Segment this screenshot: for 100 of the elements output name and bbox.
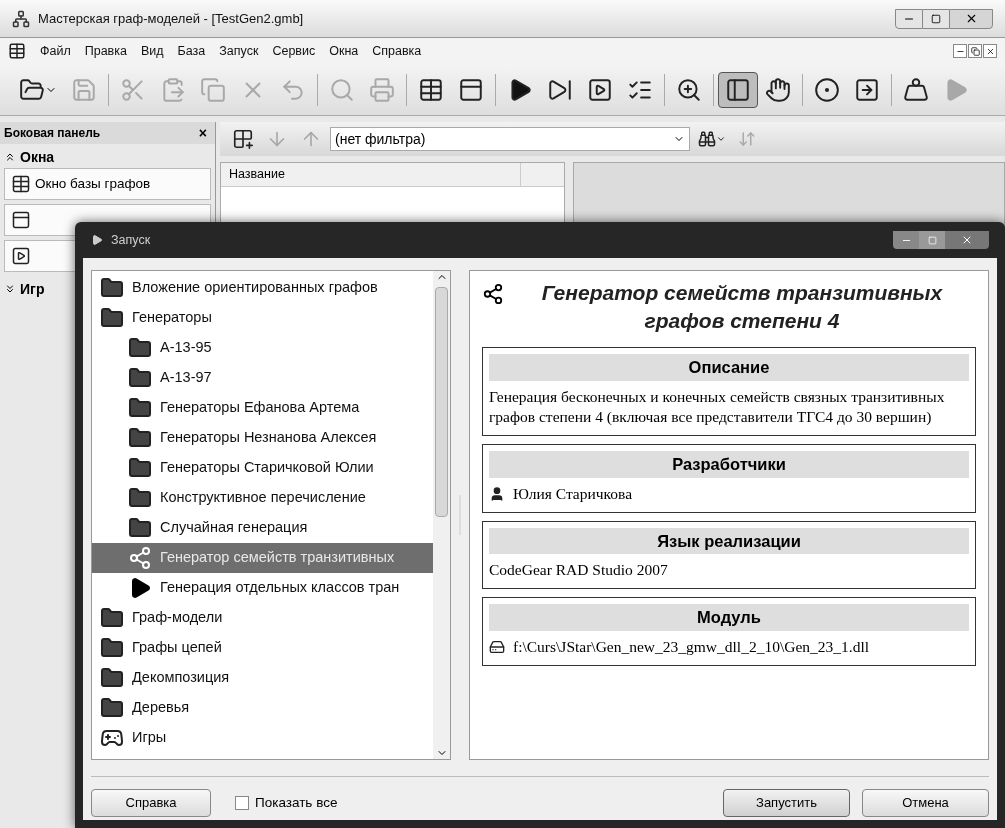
card-text: Юлия Старичкова — [513, 483, 633, 504]
weight-icon — [903, 76, 929, 103]
sidebar-item[interactable]: Окно базы графов — [4, 168, 211, 200]
close-icon — [961, 234, 973, 246]
tree-item[interactable]: Генераторы — [92, 303, 433, 333]
window-icon — [458, 76, 484, 103]
tree-item[interactable]: Вложение ориентированных графов — [92, 273, 433, 303]
cancel-button[interactable]: Отмена — [862, 789, 989, 817]
maximize-icon — [927, 235, 937, 245]
card-text: f:\Curs\JStar\Gen_new_23_gmw_dll_2_10\Gen_23_1.dll — [513, 637, 870, 657]
tree-item[interactable]: Граф-модели — [92, 603, 433, 633]
plugin-heading: Генератор семейств транзитивных графов степени 4 — [540, 280, 944, 334]
maximize-icon — [931, 13, 941, 24]
zoom-icon — [676, 76, 702, 103]
menu-item[interactable]: База — [177, 41, 206, 61]
folder-icon — [100, 696, 124, 720]
checkbox[interactable] — [235, 796, 249, 810]
play-frame-icon — [587, 76, 613, 103]
menu-item[interactable]: Окна — [329, 41, 359, 61]
section-title: Игр — [20, 279, 45, 299]
filter-dropdown[interactable]: (нет фильтра) — [330, 127, 690, 151]
close-button[interactable] — [949, 8, 993, 29]
tree-item[interactable]: Генераторы Ефанова Артема — [92, 393, 433, 423]
table-icon — [11, 174, 31, 194]
folder-icon — [128, 456, 152, 480]
minimize-button[interactable] — [895, 8, 923, 29]
tree-item[interactable]: A-13-97 — [92, 363, 433, 393]
folder-icon — [100, 306, 124, 330]
save-icon — [71, 76, 97, 103]
target-icon — [814, 76, 840, 103]
panel-icon — [725, 76, 751, 103]
toolbar-button[interactable] — [718, 71, 758, 108]
table-icon — [418, 76, 444, 103]
card-title: Модуль — [489, 604, 969, 631]
graph-icon — [482, 283, 504, 305]
folder-icon — [128, 336, 152, 360]
scroll-thumb[interactable] — [435, 287, 448, 517]
folder-icon — [100, 606, 124, 630]
app-icon — [12, 9, 30, 28]
checkbox-label: Показать все — [255, 793, 338, 812]
collapse-icon[interactable] — [4, 151, 16, 163]
tree-item[interactable]: A-13-95 — [92, 333, 433, 363]
card-text: CodeGear RAD Studio 2007 — [489, 560, 668, 581]
window-title: Мастерская граф-моделей - [TestGen2.gmb] — [38, 9, 304, 28]
graph-icon — [128, 546, 152, 570]
close-button[interactable]: × — [194, 122, 211, 144]
folder-icon — [128, 516, 152, 540]
restore-icon — [970, 46, 980, 56]
tree-item[interactable]: Декомпозиция — [92, 663, 433, 693]
menu-item[interactable]: Сервис — [272, 41, 316, 61]
dialog-title: Запуск — [111, 231, 151, 249]
help-button[interactable]: Справка — [91, 789, 211, 817]
card-title: Язык реализации — [489, 527, 969, 555]
copy-icon — [200, 76, 226, 103]
folder-open-icon — [19, 76, 45, 103]
menu-item[interactable]: Вид — [140, 41, 164, 61]
table-icon — [8, 42, 26, 60]
folder-icon — [128, 396, 152, 420]
folder-icon — [128, 366, 152, 390]
binoculars-icon — [698, 130, 716, 148]
card-text: Генерация бесконечных и конечных семейств связных транзитивных графов степени 4 (включая все представители ТГС4 до 30 вершин) — [489, 386, 946, 427]
play-icon — [91, 234, 103, 246]
folder-icon — [100, 276, 124, 300]
card-title: Разработчики — [489, 450, 969, 478]
window-icon — [11, 210, 31, 230]
mdi-close-button[interactable] — [983, 44, 997, 58]
hand-icon — [765, 76, 791, 103]
caret-icon — [716, 134, 726, 144]
tree-item[interactable]: Деревья — [92, 693, 433, 723]
scissors-icon — [120, 76, 146, 103]
mdi-restore-button[interactable] — [968, 44, 982, 58]
maximize-button[interactable] — [923, 8, 949, 29]
printer-icon — [369, 76, 395, 103]
tree-item[interactable]: Генераторы Незнанова Алексея — [92, 423, 433, 453]
menu-item[interactable]: Справка — [372, 41, 422, 61]
add-table-icon — [232, 128, 254, 150]
tree-item[interactable]: Генератор семейств транзитивных — [92, 543, 433, 573]
sidebar-title: Боковая панель — [4, 125, 101, 142]
section-title: Окна — [20, 147, 55, 167]
drive-icon — [489, 639, 505, 655]
menu-item[interactable]: Запуск — [219, 41, 259, 61]
tree-item[interactable]: Случайная генерация — [92, 513, 433, 543]
tree-item[interactable]: Генерация отдельных классов тран — [92, 573, 433, 603]
tree-item[interactable]: Игры — [92, 723, 433, 753]
folder-icon — [100, 636, 124, 660]
tree-item[interactable]: Конструктивное перечисление — [92, 483, 433, 513]
close-icon — [985, 46, 995, 56]
mdi-minimize-button[interactable] — [953, 44, 967, 58]
menu-item[interactable]: Правка — [84, 41, 127, 61]
search-icon — [329, 76, 355, 103]
run-button[interactable]: Запустить — [723, 789, 850, 817]
expand-icon[interactable] — [4, 283, 16, 295]
scrollbar[interactable] — [433, 271, 450, 759]
sort-icon — [738, 130, 756, 148]
arrow-box-icon — [854, 76, 880, 103]
card-title: Описание — [489, 354, 969, 381]
folder-icon — [128, 486, 152, 510]
tree-item[interactable]: Генераторы Старичковой Юлии — [92, 453, 433, 483]
menu-item[interactable]: Файл — [40, 41, 71, 61]
tree-item[interactable]: Графы цепей — [92, 633, 433, 663]
